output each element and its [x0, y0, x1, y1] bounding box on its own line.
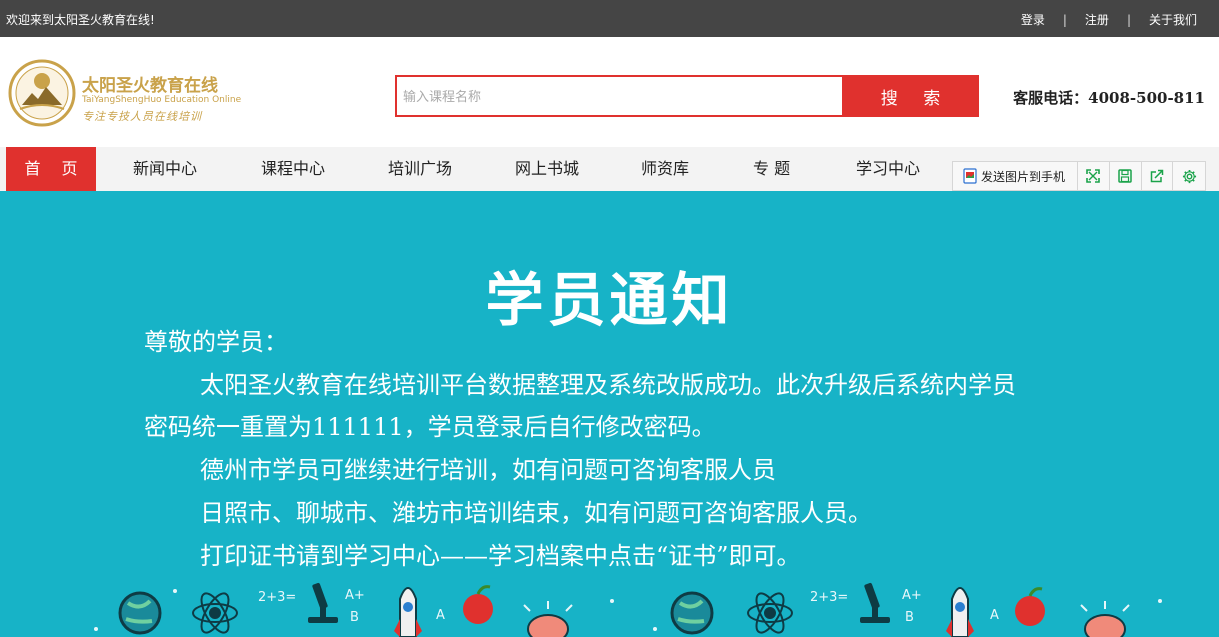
- svg-text:A: A: [990, 608, 999, 623]
- logo-emblem-icon: [8, 59, 76, 127]
- svg-text:A: A: [436, 608, 445, 623]
- fullscreen-icon: [1086, 169, 1101, 183]
- notice-line: 德州市学员可继续进行培训，如有问题可咨询客服人员: [200, 456, 776, 484]
- share-icon: [1150, 169, 1164, 183]
- send-to-phone-label: 发送图片到手机: [981, 169, 1066, 184]
- hotline-label: 客服电话：: [1013, 89, 1089, 107]
- nav-item-bookstore[interactable]: 网上书城: [515, 147, 579, 191]
- search-button[interactable]: 搜 索: [842, 75, 979, 117]
- site-logo[interactable]: 太阳圣火教育在线 TaiYangShengHuo Education Onlin…: [8, 59, 241, 129]
- nav-item-news[interactable]: 新闻中心: [133, 147, 197, 191]
- separator: |: [1062, 12, 1067, 27]
- svg-text:A+: A+: [902, 588, 922, 603]
- about-link[interactable]: 关于我们: [1149, 11, 1197, 28]
- screenshot-toolbar: 发送图片到手机: [952, 161, 1206, 191]
- settings-icon: [1182, 169, 1196, 183]
- separator: |: [1126, 12, 1131, 27]
- top-links: 登录 | 注册 | 关于我们: [1021, 11, 1197, 28]
- settings-button[interactable]: [1173, 162, 1205, 190]
- nav-item-home[interactable]: 首 页: [6, 147, 96, 191]
- phone-image-icon: [963, 168, 977, 184]
- logo-name-cn: 太阳圣火教育在线: [82, 76, 218, 96]
- notice-line: 密码统一重置为111111，学员登录后自行修改密码。: [144, 413, 716, 441]
- search-input[interactable]: [395, 75, 844, 117]
- share-button[interactable]: [1142, 162, 1174, 190]
- top-bar: 欢迎来到太阳圣火教育在线! 登录 | 注册 | 关于我们: [0, 0, 1219, 37]
- search-bar: 搜 索: [395, 75, 979, 117]
- nav-item-teachers[interactable]: 师资库: [641, 147, 689, 191]
- login-link[interactable]: 登录: [1021, 11, 1045, 28]
- svg-text:A+: A+: [345, 588, 365, 603]
- microscope-icon: [308, 582, 890, 623]
- nav-item-courses[interactable]: 课程中心: [261, 147, 325, 191]
- svg-text:2+3=: 2+3=: [810, 590, 848, 605]
- nav-item-topics[interactable]: 专 题: [753, 147, 790, 191]
- notice-line: 日照市、聊城市、潍坊市培训结束，如有问题可咨询客服人员。: [200, 499, 872, 527]
- notice-banner: 学员通知 尊敬的学员： 太阳圣火教育在线培训平台数据整理及系统改版成功。此次升级…: [0, 191, 1219, 637]
- svg-text:B: B: [905, 610, 914, 625]
- notice-line: 打印证书请到学习中心——学习档案中点击“证书”即可。: [200, 542, 801, 570]
- welcome-text: 欢迎来到太阳圣火教育在线!: [6, 13, 155, 27]
- logo-slogan: 专注专技人员在线培训: [82, 110, 202, 123]
- nav-item-training[interactable]: 培训广场: [388, 147, 452, 191]
- header: 太阳圣火教育在线 TaiYangShengHuo Education Onlin…: [0, 37, 1219, 147]
- logo-name-en: TaiYangShengHuo Education Online: [82, 95, 242, 105]
- fullscreen-button[interactable]: [1078, 162, 1110, 190]
- customer-hotline: 客服电话：4008-500-811: [1013, 87, 1205, 108]
- svg-text:2+3=: 2+3=: [258, 590, 296, 605]
- sparkle-icon: [94, 589, 1162, 631]
- nav-item-learning-center[interactable]: 学习中心: [856, 147, 920, 191]
- notice-greeting: 尊敬的学员：: [144, 328, 288, 356]
- save-button[interactable]: [1110, 162, 1142, 190]
- register-link[interactable]: 注册: [1085, 11, 1109, 28]
- hotline-number: 4008-500-811: [1088, 89, 1205, 107]
- send-to-phone-button[interactable]: 发送图片到手机: [953, 162, 1079, 190]
- save-icon: [1118, 169, 1132, 183]
- svg-text:B: B: [350, 610, 359, 625]
- notice-line: 太阳圣火教育在线培训平台数据整理及系统改版成功。此次升级后系统内学员: [200, 371, 1016, 399]
- education-decoration: 2+3= A+ B A 2+3= A+ B A: [94, 582, 1162, 637]
